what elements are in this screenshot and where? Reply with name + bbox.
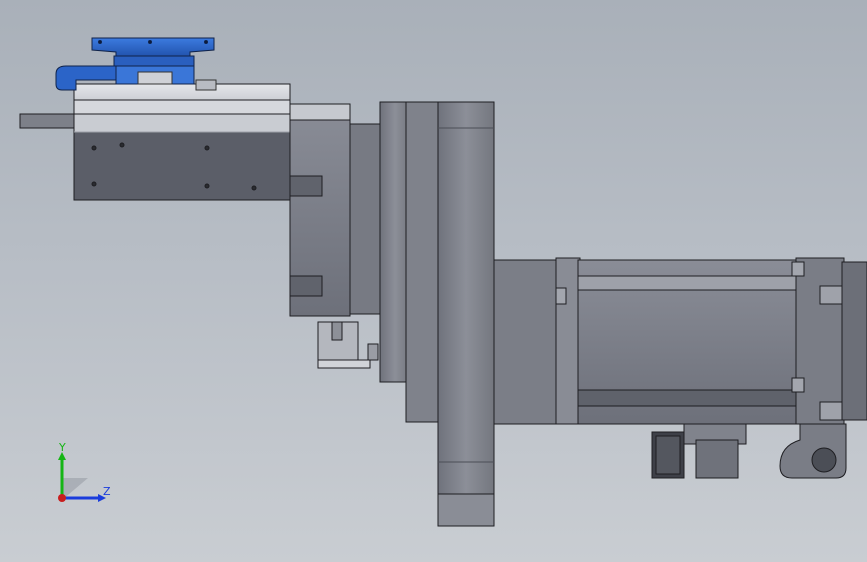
axis-triad: Y Z [48,440,118,510]
y-axis-label: Y [59,441,66,454]
cad-graphics-area[interactable]: Y Z [0,0,867,562]
sensor-clip[interactable] [317,321,379,369]
z-axis-label: Z [103,485,111,498]
servo-motor-body[interactable] [493,257,867,425]
actuator-base-plate[interactable] [19,83,291,201]
mounting-flange-plate[interactable] [437,101,495,527]
motor-connectors[interactable] [651,423,847,479]
cad-assembly-model[interactable] [0,0,867,562]
blue-gripper-bracket[interactable] [55,37,217,91]
coupling-housing[interactable] [289,101,441,423]
